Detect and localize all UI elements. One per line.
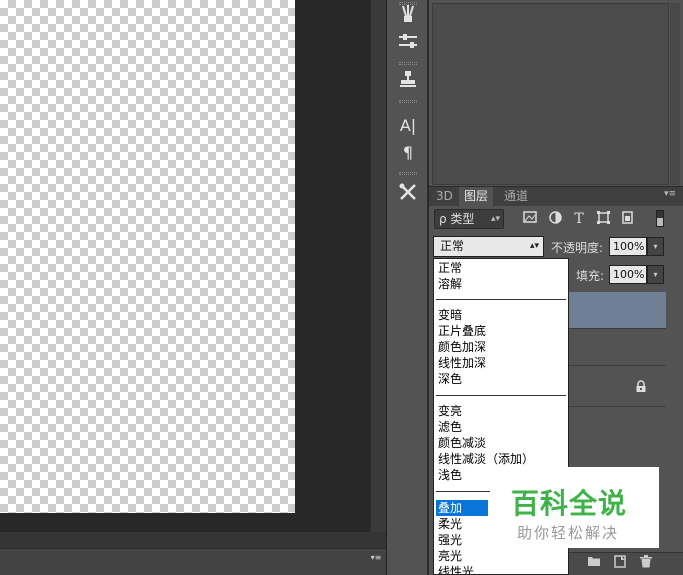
filter-kind-select[interactable]: ρ 类型 ▴▾: [434, 209, 504, 229]
adjustments-icon[interactable]: [393, 32, 423, 56]
vertical-scrollbar[interactable]: [370, 0, 386, 532]
blend-option-color-burn[interactable]: 颜色加深: [436, 339, 486, 355]
blend-option-color-dodge[interactable]: 颜色减淡: [436, 435, 486, 451]
paragraph-icon[interactable]: ¶: [393, 141, 423, 165]
horizontal-scrollbar[interactable]: [0, 532, 386, 548]
tools-icon[interactable]: [393, 182, 423, 206]
shape-filter-icon[interactable]: [595, 211, 611, 227]
clone-source-icon[interactable]: [393, 70, 423, 94]
upper-panel-content: [432, 3, 669, 185]
blend-option-linear-dodge[interactable]: 线性减淡（添加）: [436, 451, 534, 467]
layers-panel-tabbar: 3D 图层 通道: [429, 187, 683, 206]
panel-icon-strip: A| ¶: [386, 0, 428, 575]
blend-option-linear-burn[interactable]: 线性加深: [436, 355, 486, 371]
blend-option-hard-light[interactable]: 强光: [436, 532, 462, 548]
updown-arrow-icon: ▴▾: [529, 241, 539, 251]
new-group-icon[interactable]: [586, 555, 602, 571]
type-filter-icon[interactable]: T: [571, 211, 587, 227]
blend-option-darker-color[interactable]: 深色: [436, 371, 462, 387]
strip-grip[interactable]: [399, 62, 417, 65]
blend-option-linear-light[interactable]: 线性光: [436, 564, 474, 574]
menu-separator: [436, 299, 566, 300]
tab-3d[interactable]: 3D: [431, 187, 458, 206]
brush-presets-icon[interactable]: [393, 4, 423, 28]
blend-option-normal[interactable]: 正常: [436, 260, 462, 276]
blend-option-vivid-light[interactable]: 亮光: [436, 548, 462, 564]
document-canvas-transparent[interactable]: [0, 0, 295, 513]
blend-option-overlay[interactable]: 叠加: [436, 500, 488, 516]
smart-object-filter-icon[interactable]: [619, 211, 635, 227]
fill-input[interactable]: 100%: [609, 265, 647, 284]
layer-row[interactable]: [569, 330, 666, 366]
opacity-input[interactable]: 100%: [609, 237, 647, 256]
filter-toggle-switch[interactable]: [656, 210, 664, 227]
filter-kind-label: ρ 类型: [439, 212, 475, 226]
blend-option-lighter-color[interactable]: 浅色: [436, 467, 462, 483]
character-icon[interactable]: A|: [393, 114, 423, 138]
new-layer-icon[interactable]: [612, 555, 628, 571]
document-status-bar: [0, 548, 386, 575]
blend-option-multiply[interactable]: 正片叠底: [436, 323, 486, 339]
strip-grip[interactable]: [399, 172, 417, 175]
menu-separator: [436, 395, 566, 396]
blend-option-darken[interactable]: 变暗: [436, 307, 462, 323]
fill-dropdown-button[interactable]: ▾: [647, 265, 664, 284]
adjustment-filter-icon[interactable]: [547, 211, 563, 227]
image-filter-icon[interactable]: [522, 211, 538, 227]
layer-row-selected[interactable]: [569, 292, 666, 329]
updown-arrow-icon: ▴▾: [490, 214, 500, 224]
lock-icon: [634, 380, 648, 394]
layer-row-background[interactable]: [569, 367, 666, 407]
fill-label: 填充:: [576, 269, 605, 283]
blend-option-lighten[interactable]: 变亮: [436, 403, 462, 419]
blend-mode-value: 正常: [440, 239, 465, 253]
blend-mode-select[interactable]: 正常 ▴▾: [433, 236, 544, 257]
blend-option-soft-light[interactable]: 柔光: [436, 516, 462, 532]
blend-option-dissolve[interactable]: 溶解: [436, 276, 462, 292]
opacity-dropdown-button[interactable]: ▾: [647, 237, 664, 256]
tab-channels[interactable]: 通道: [499, 187, 533, 206]
strip-grip[interactable]: [399, 100, 417, 103]
opacity-label: 不透明度:: [551, 241, 604, 255]
status-menu-icon[interactable]: ▾≡: [368, 553, 384, 567]
delete-layer-icon[interactable]: [638, 555, 654, 571]
tab-layers[interactable]: 图层: [459, 187, 494, 206]
watermark-subtitle: 助你轻松解决: [517, 524, 620, 542]
blend-option-screen[interactable]: 滤色: [436, 419, 462, 435]
upper-panel-scrollbar[interactable]: [670, 3, 680, 185]
watermark-title: 百科全说: [511, 487, 628, 520]
panel-menu-icon[interactable]: ▾≡: [660, 189, 680, 203]
photoshop-workspace: ▾≡ A| ¶ 3D 图层 通道 ▾≡ ρ 类型 ▴▾ T 正常 ▴▾ 不透明度…: [0, 0, 683, 575]
